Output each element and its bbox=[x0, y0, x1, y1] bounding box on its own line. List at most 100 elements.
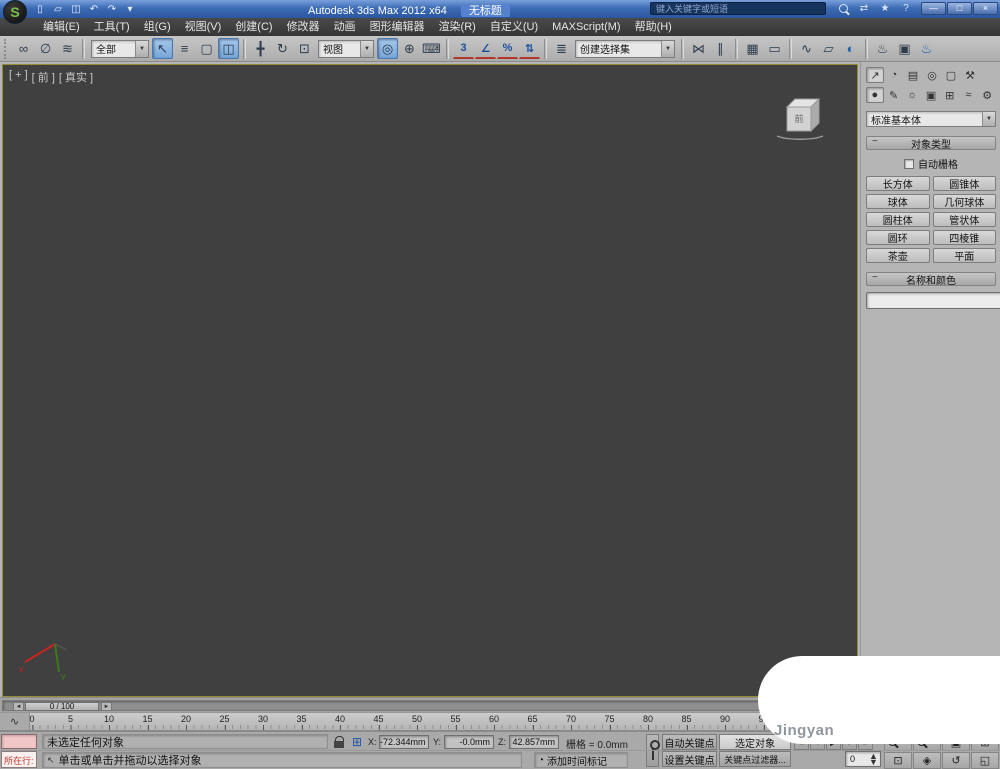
tube-button[interactable]: 管状体 bbox=[932, 212, 996, 227]
search-submit-icon[interactable] bbox=[836, 2, 850, 15]
zoom-region-icon[interactable]: ⊡ bbox=[884, 752, 912, 769]
save-file-icon[interactable]: ◫ bbox=[68, 2, 84, 16]
selection-filter-dropdown[interactable]: 全部 ▼ bbox=[91, 39, 149, 58]
render-production-icon[interactable]: ♨ bbox=[916, 38, 937, 59]
box-button[interactable]: 长方体 bbox=[866, 176, 930, 191]
previous-frame-nub[interactable]: ◄ bbox=[13, 702, 24, 711]
add-time-tag-button[interactable]: ◔ 添加时间标记 bbox=[534, 752, 628, 768]
subtab-lights[interactable]: ☼ bbox=[903, 87, 921, 103]
select-and-rotate-icon[interactable]: ↻ bbox=[272, 38, 293, 59]
select-and-scale-icon[interactable]: ⊡ bbox=[294, 38, 315, 59]
menu-graph-editors[interactable]: 图形编辑器 bbox=[363, 18, 432, 36]
absolute-offset-mode-toggle[interactable]: ⊞ bbox=[350, 735, 364, 749]
favorites-star-icon[interactable]: ★ bbox=[878, 2, 892, 15]
cone-button[interactable]: 圆锥体 bbox=[932, 176, 996, 191]
y-coordinate-field[interactable]: -0.0mm bbox=[444, 735, 494, 749]
tab-motion[interactable]: ◎ bbox=[923, 67, 941, 83]
new-scene-icon[interactable]: ▯ bbox=[32, 2, 48, 16]
subtab-shapes[interactable]: ✎ bbox=[885, 87, 903, 103]
menu-modifiers[interactable]: 修改器 bbox=[280, 18, 327, 36]
macro-recorder-field[interactable] bbox=[1, 734, 37, 749]
select-and-move-icon[interactable]: ╋ bbox=[250, 38, 271, 59]
select-and-link-icon[interactable]: ∞ bbox=[13, 38, 34, 59]
minimize-button[interactable]: — bbox=[921, 2, 946, 15]
subtab-space-warps[interactable]: ≈ bbox=[960, 87, 978, 103]
mirror-icon[interactable]: ⋈ bbox=[688, 38, 709, 59]
select-object-icon[interactable]: ↖ bbox=[152, 38, 173, 59]
sphere-button[interactable]: 球体 bbox=[866, 194, 930, 209]
tab-modify[interactable]: ◔ bbox=[885, 67, 903, 83]
plane-button[interactable]: 平面 bbox=[932, 248, 996, 263]
search-input[interactable] bbox=[650, 2, 826, 15]
maximize-button[interactable]: □ bbox=[947, 2, 972, 15]
select-and-manipulate-icon[interactable]: ⊕ bbox=[399, 38, 420, 59]
close-button[interactable]: × bbox=[973, 2, 998, 15]
set-key-button[interactable]: 设置关键点 bbox=[662, 751, 717, 767]
curve-editor-icon[interactable]: ∿ bbox=[796, 38, 817, 59]
quick-access-dropdown-icon[interactable]: ▾ bbox=[122, 2, 138, 16]
keyboard-override-icon[interactable]: ⌨ bbox=[421, 38, 442, 59]
maximize-viewport-toggle-icon[interactable]: ◱ bbox=[971, 752, 999, 769]
viewport-view-menu[interactable]: [ 前 ] bbox=[32, 69, 55, 85]
cylinder-button[interactable]: 圆柱体 bbox=[866, 212, 930, 227]
menu-customize[interactable]: 自定义(U) bbox=[483, 18, 545, 36]
unlink-selection-icon[interactable]: ∅ bbox=[35, 38, 56, 59]
maxscript-mini-listener[interactable]: 所在行: bbox=[1, 751, 37, 768]
redo-icon[interactable]: ↷ bbox=[104, 2, 120, 16]
use-pivot-center-icon[interactable]: ◎ bbox=[377, 38, 398, 59]
key-filters-button[interactable]: 关键点过滤器... bbox=[719, 751, 791, 767]
subtab-geometry[interactable]: ● bbox=[866, 87, 884, 103]
angle-snap-icon[interactable]: ∠ bbox=[475, 38, 496, 59]
layer-manager-icon[interactable]: ▦ bbox=[742, 38, 763, 59]
named-selection-sets-dropdown[interactable]: 创建选择集 ▼ bbox=[575, 39, 675, 58]
menu-views[interactable]: 视图(V) bbox=[178, 18, 229, 36]
time-slider-track[interactable]: ◄ 0 / 100 ► bbox=[2, 700, 854, 711]
rollout-object-type[interactable]: − 对象类型 bbox=[866, 136, 996, 151]
window-crossing-icon[interactable]: ◫ bbox=[218, 38, 239, 59]
material-editor-icon[interactable]: ◐ bbox=[840, 38, 861, 59]
tab-utilities[interactable]: ⚒ bbox=[961, 67, 979, 83]
menu-tools[interactable]: 工具(T) bbox=[87, 18, 137, 36]
primitive-category-dropdown[interactable]: 标准基本体 ▼ bbox=[866, 111, 996, 127]
geosphere-button[interactable]: 几何球体 bbox=[932, 194, 996, 209]
subtab-cameras[interactable]: ▣ bbox=[922, 87, 940, 103]
viewport-front[interactable]: [ + ] [ 前 ] [ 真实 ] 前 x y bbox=[2, 64, 858, 697]
subtab-systems[interactable]: ⚙ bbox=[978, 87, 996, 103]
snap-toggle-icon[interactable]: 3 bbox=[453, 38, 474, 59]
tab-display[interactable]: ▢ bbox=[942, 67, 960, 83]
graphite-ribbon-icon[interactable]: ▭ bbox=[764, 38, 785, 59]
selection-region-icon[interactable]: ▢ bbox=[196, 38, 217, 59]
tab-hierarchy[interactable]: ▤ bbox=[904, 67, 922, 83]
application-menu-button[interactable]: S bbox=[3, 0, 27, 24]
open-file-icon[interactable]: ▱ bbox=[50, 2, 66, 16]
pan-view-icon[interactable]: ◈ bbox=[913, 752, 941, 769]
menu-rendering[interactable]: 渲染(R) bbox=[432, 18, 483, 36]
menu-edit[interactable]: 编辑(E) bbox=[36, 18, 87, 36]
edit-named-selection-sets-icon[interactable]: ≣ bbox=[551, 38, 572, 59]
torus-button[interactable]: 圆环 bbox=[866, 230, 930, 245]
frame-spinner[interactable]: ▲ ▼ bbox=[863, 752, 880, 767]
next-frame-nub[interactable]: ► bbox=[101, 702, 112, 711]
viewcube[interactable]: 前 bbox=[771, 93, 835, 145]
communication-center-icon[interactable]: ⇄ bbox=[857, 2, 871, 15]
pyramid-button[interactable]: 四棱锥 bbox=[932, 230, 996, 245]
percent-snap-icon[interactable]: % bbox=[497, 38, 518, 59]
viewport-shading-menu[interactable]: [ 真实 ] bbox=[59, 69, 93, 85]
rendered-frame-icon[interactable]: ▣ bbox=[894, 38, 915, 59]
render-setup-icon[interactable]: ♨ bbox=[872, 38, 893, 59]
menu-group[interactable]: 组(G) bbox=[137, 18, 178, 36]
track-ruler[interactable]: ∿ 05101520253035404550556065707580859095… bbox=[0, 712, 858, 731]
subtab-helpers[interactable]: ⊞ bbox=[941, 87, 959, 103]
mini-curve-editor-button[interactable]: ∿ bbox=[0, 713, 30, 730]
spinner-snap-icon[interactable]: ⇅ bbox=[519, 38, 540, 59]
viewport-menu-button[interactable]: [ + ] bbox=[9, 69, 28, 85]
bind-to-space-warp-icon[interactable]: ≋ bbox=[57, 38, 78, 59]
autogrid-checkbox[interactable] bbox=[904, 158, 914, 169]
auto-key-button[interactable]: 自动关键点 bbox=[662, 734, 717, 750]
menu-maxscript[interactable]: MAXScript(M) bbox=[545, 18, 627, 36]
rollout-name-and-color[interactable]: − 名称和颜色 bbox=[866, 272, 996, 287]
menu-create[interactable]: 创建(C) bbox=[228, 18, 279, 36]
reference-coordinate-dropdown[interactable]: 视图 ▼ bbox=[318, 39, 374, 58]
help-icon[interactable]: ? bbox=[899, 2, 913, 15]
set-key-mode-button[interactable] bbox=[646, 734, 660, 767]
